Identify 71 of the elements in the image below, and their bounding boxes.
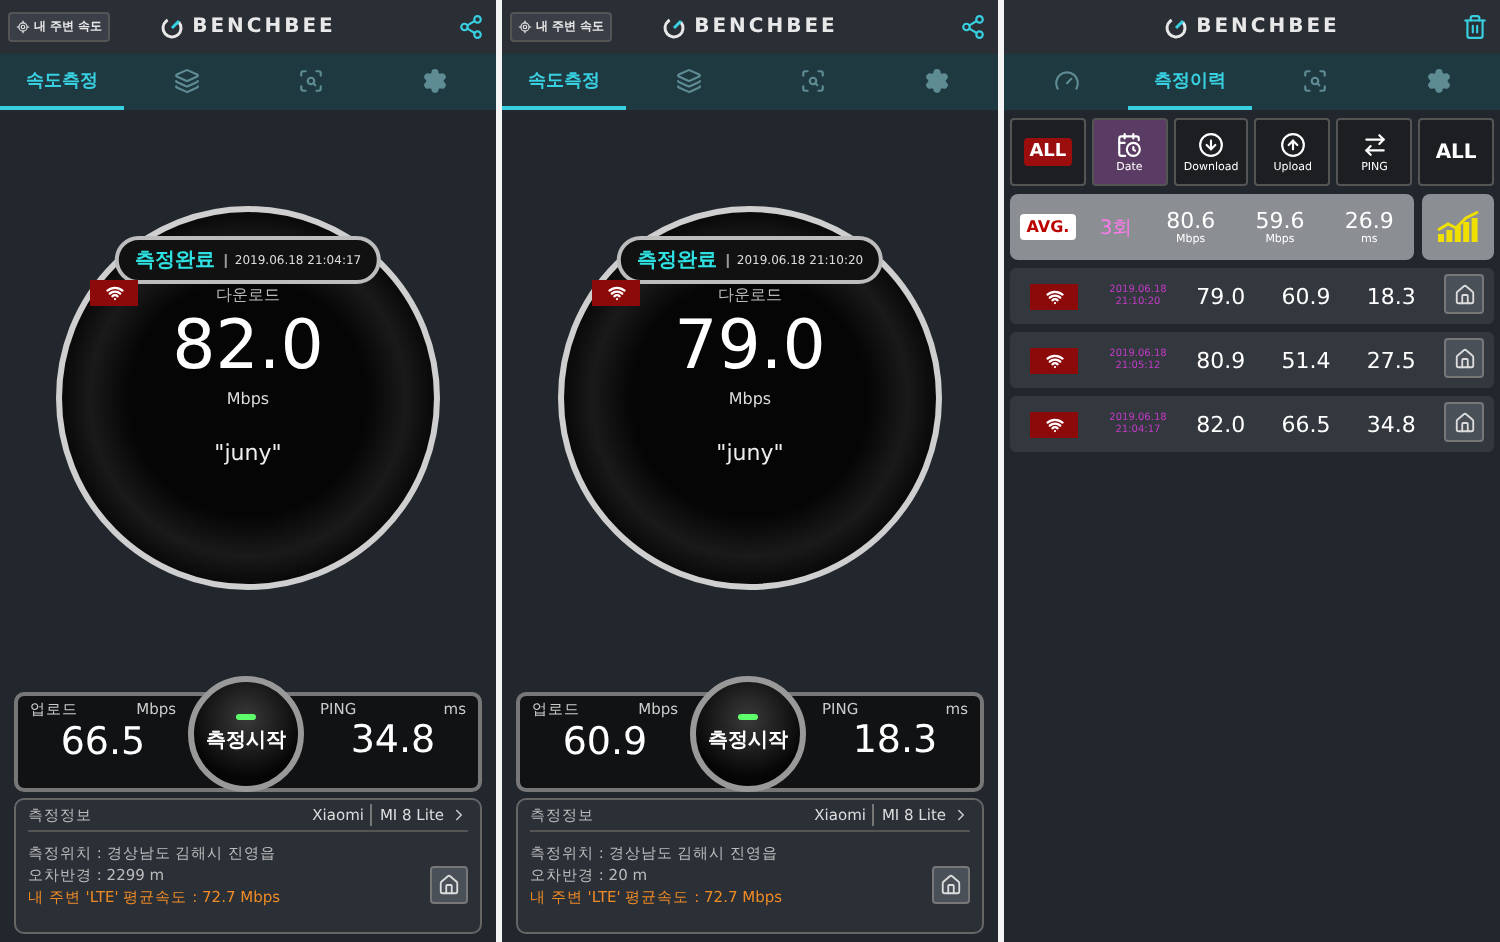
home-button[interactable] — [1444, 338, 1484, 378]
settings-icon — [923, 67, 949, 93]
house-icon — [1453, 283, 1475, 305]
settings-icon — [1425, 67, 1451, 93]
download-value: 82.0 — [1196, 411, 1246, 437]
ping-value: 34.8 — [348, 718, 438, 762]
upload-value: 51.4 — [1281, 347, 1331, 373]
filter-button[interactable]: ALL — [1418, 118, 1494, 186]
ping-value: 27.5 — [1366, 347, 1416, 373]
status-label: 측정완료 — [636, 248, 717, 274]
bar-chart-icon — [1436, 209, 1480, 245]
network-name: "juny" — [716, 440, 784, 466]
chevron-icon[interactable] — [450, 806, 468, 824]
count-text: 3회 — [1097, 215, 1135, 241]
gauge-logo-icon — [1164, 15, 1189, 39]
layers-icon — [173, 67, 199, 93]
house-icon — [1453, 411, 1475, 433]
wifi-icon — [1045, 351, 1063, 369]
wifi-icon — [1045, 287, 1063, 305]
calendar-icon — [1116, 131, 1143, 157]
share-icon[interactable] — [960, 14, 986, 40]
avg-upload: 59.6 — [1255, 208, 1305, 234]
chevron-icon[interactable] — [952, 806, 970, 824]
gauge-icon — [1053, 67, 1079, 93]
upload-value: 66.5 — [58, 720, 148, 764]
upload-value: 60.9 — [1281, 283, 1331, 309]
app-logo: BENCHBEE — [1196, 16, 1340, 38]
status-label: 측정완료 — [134, 248, 215, 274]
ping-value: 18.3 — [1366, 283, 1416, 309]
wifi-icon — [105, 284, 123, 302]
start-button[interactable]: 측정시작 — [188, 676, 304, 792]
app-logo: BENCHBEE — [192, 16, 336, 38]
download-label: 다운로드 — [216, 284, 280, 306]
wifi-icon — [607, 284, 625, 302]
download-label: 다운로드 — [718, 284, 782, 306]
locate-icon — [16, 20, 30, 34]
filter-button[interactable]: ALL — [1010, 118, 1086, 186]
download-value: 79.0 — [674, 306, 826, 386]
start-button[interactable]: 측정시작 — [690, 676, 806, 792]
gauge-logo-icon — [160, 15, 185, 39]
app-logo: BENCHBEE — [694, 16, 838, 38]
home-button[interactable] — [1444, 402, 1484, 442]
house-icon — [1453, 347, 1475, 369]
arrows-icon — [1361, 131, 1388, 157]
ping-value: 18.3 — [850, 718, 940, 762]
ping-value: 34.8 — [1366, 411, 1416, 437]
layers-icon — [675, 67, 701, 93]
wifi-icon — [1045, 415, 1063, 433]
house-icon — [438, 874, 460, 896]
download-unit: Mbps — [728, 390, 772, 408]
download-value: 79.0 — [1196, 283, 1246, 309]
trash-icon[interactable] — [1462, 14, 1488, 40]
download-value: 80.9 — [1196, 347, 1246, 373]
house-icon — [940, 874, 962, 896]
home-button[interactable] — [1444, 274, 1484, 314]
locate-icon — [518, 20, 532, 34]
avg-ping: 26.9 — [1344, 208, 1394, 234]
avg-download: 80.6 — [1166, 208, 1216, 234]
upload-icon — [1279, 131, 1306, 157]
download-value: 82.0 — [172, 306, 324, 386]
upload-value: 60.9 — [560, 720, 650, 764]
network-name: "juny" — [214, 440, 282, 466]
share-icon[interactable] — [458, 14, 484, 40]
settings-icon — [421, 67, 447, 93]
home-button[interactable] — [932, 866, 970, 904]
gauge-logo-icon — [662, 15, 687, 39]
download-unit: Mbps — [226, 390, 270, 408]
home-button[interactable] — [430, 866, 468, 904]
download-icon — [1198, 131, 1225, 157]
avg-badge: AVG. — [1020, 214, 1076, 240]
upload-value: 66.5 — [1281, 411, 1331, 437]
